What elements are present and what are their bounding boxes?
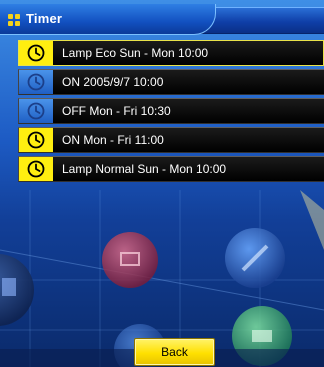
timer-row-1[interactable]: Lamp Eco Sun - Mon 10:00 [18,40,324,66]
back-button[interactable]: Back [134,338,215,366]
timer-row-2[interactable]: ON 2005/9/7 10:00 [18,69,324,95]
timer-row-4[interactable]: ON Mon - Fri 11:00 [18,127,324,153]
clock-icon [19,99,53,123]
timer-row-5[interactable]: Lamp Normal Sun - Mon 10:00 [18,156,324,182]
clock-icon [19,157,53,181]
timer-label: Lamp Eco Sun - Mon 10:00 [62,46,209,60]
timer-list: Lamp Eco Sun - Mon 10:00 ON 2005/9/7 10:… [18,40,324,185]
timer-label: ON 2005/9/7 10:00 [62,75,164,89]
clock-icon [19,128,53,152]
timer-screen: Timer Lamp Eco Sun - Mon 10:00 ON 2005/9… [0,0,324,367]
title-bar: Timer [0,0,324,38]
grid-icon [8,14,22,26]
timer-row-3[interactable]: OFF Mon - Fri 10:30 [18,98,324,124]
clock-icon [19,41,53,65]
clock-icon [19,70,53,94]
timer-label: ON Mon - Fri 11:00 [62,133,164,147]
page-title: Timer [26,11,63,26]
timer-label: OFF Mon - Fri 10:30 [62,104,171,118]
timer-label: Lamp Normal Sun - Mon 10:00 [62,162,227,176]
